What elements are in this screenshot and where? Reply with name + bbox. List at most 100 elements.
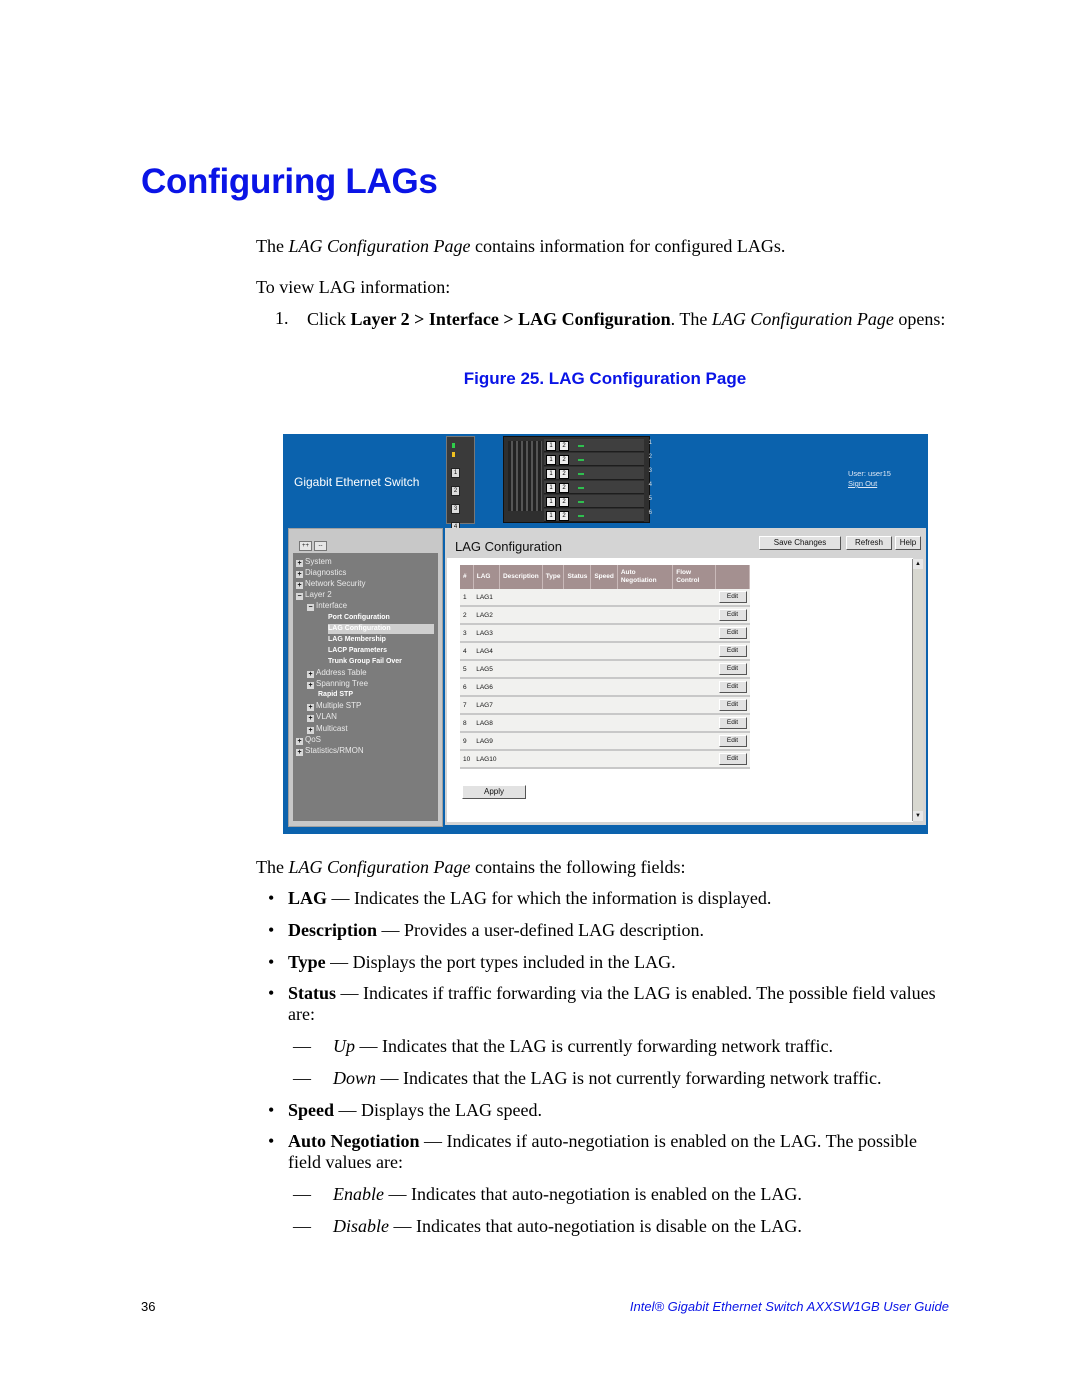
table-cell bbox=[563, 660, 591, 679]
edit-cell: Edit bbox=[715, 606, 750, 625]
edit-button[interactable]: Edit bbox=[718, 753, 747, 765]
column-header: Flow Control bbox=[672, 565, 716, 589]
apply-button[interactable]: Apply bbox=[462, 785, 526, 799]
expand-icon[interactable]: + bbox=[307, 715, 314, 723]
tree-item-multicast[interactable]: + Multicast bbox=[307, 724, 348, 734]
row-number: 4 bbox=[460, 642, 474, 661]
tree-item-label: Multiple STP bbox=[316, 701, 362, 711]
edit-button[interactable]: Edit bbox=[718, 645, 747, 657]
expand-icon[interactable]: + bbox=[307, 671, 314, 678]
scroll-down-arrow-icon[interactable]: ▼ bbox=[913, 811, 923, 821]
column-header: Type bbox=[542, 565, 565, 589]
edit-button[interactable]: Edit bbox=[718, 663, 747, 675]
table-row: 8 LAG8 Edit bbox=[460, 714, 750, 733]
expand-icon[interactable]: + bbox=[296, 582, 303, 590]
lag-name: LAG6 bbox=[473, 678, 500, 697]
edit-button[interactable]: Edit bbox=[718, 627, 747, 639]
table-cell bbox=[563, 678, 591, 697]
table-cell bbox=[617, 660, 673, 679]
edit-cell: Edit bbox=[715, 750, 750, 769]
vertical-scrollbar[interactable]: ▲ ▼ bbox=[912, 559, 923, 821]
row-number: 5 bbox=[460, 660, 474, 679]
blade-3[interactable]: 123 bbox=[544, 467, 652, 480]
table-cell bbox=[542, 606, 564, 625]
expand-icon[interactable]: + bbox=[307, 704, 314, 712]
tree-item-qos[interactable]: + QoS bbox=[296, 735, 321, 745]
help-button[interactable]: Help bbox=[895, 536, 921, 550]
tree-item-statistics-rmon[interactable]: + Statistics/RMON bbox=[296, 746, 364, 756]
tree-item-network-security[interactable]: + Network Security bbox=[296, 579, 365, 590]
edit-cell: Edit bbox=[715, 696, 750, 715]
tree-item-interface[interactable]: − Interface bbox=[307, 601, 347, 612]
table-cell bbox=[542, 624, 564, 643]
edit-button[interactable]: Edit bbox=[718, 591, 747, 603]
table-cell bbox=[499, 589, 543, 607]
edit-cell: Edit bbox=[715, 589, 750, 607]
expand-icon[interactable]: + bbox=[296, 560, 303, 567]
expand-icon[interactable]: + bbox=[307, 726, 314, 734]
tree-item-label: QoS bbox=[305, 734, 322, 744]
tree-item-lacp-parameters[interactable]: LACP Parameters bbox=[328, 646, 387, 656]
edit-button[interactable]: Edit bbox=[718, 681, 747, 693]
fields-intro-post: contains the following fields: bbox=[470, 857, 686, 877]
edit-button[interactable]: Edit bbox=[718, 735, 747, 747]
table-cell bbox=[590, 642, 618, 661]
tree-item-label: VLAN bbox=[316, 712, 337, 722]
tree-item-system[interactable]: + System bbox=[296, 557, 332, 567]
tree-item-vlan[interactable]: + VLAN bbox=[307, 712, 337, 723]
scroll-up-arrow-icon[interactable]: ▲ bbox=[913, 559, 923, 569]
tree-item-trunk-group-fail-over[interactable]: Trunk Group Fail Over bbox=[328, 657, 402, 667]
edit-button[interactable]: Edit bbox=[718, 717, 747, 729]
value-description: — Indicates that the LAG is not currentl… bbox=[376, 1068, 882, 1088]
tree-item-spanning-tree[interactable]: + Spanning Tree bbox=[307, 679, 368, 690]
table-cell bbox=[672, 678, 716, 697]
expand-icon[interactable]: + bbox=[296, 737, 303, 745]
tree-item-address-table[interactable]: + Address Table bbox=[307, 668, 367, 678]
table-cell bbox=[590, 606, 618, 625]
table-cell bbox=[563, 732, 591, 751]
value-item: Down — Indicates that the LAG is not cur… bbox=[333, 1068, 882, 1089]
blade-5[interactable]: 125 bbox=[544, 495, 652, 508]
tree-item-layer-2[interactable]: − Layer 2 bbox=[296, 590, 332, 601]
blade-4[interactable]: 124 bbox=[544, 481, 652, 494]
refresh-button[interactable]: Refresh bbox=[846, 536, 892, 550]
blade-1[interactable]: 121 bbox=[544, 439, 652, 452]
tree-item-label: Layer 2 bbox=[305, 590, 332, 600]
sign-out-link[interactable]: Sign Out bbox=[848, 479, 891, 489]
table-cell bbox=[542, 696, 564, 715]
tree-item-label: System bbox=[305, 557, 332, 566]
blade-2[interactable]: 122 bbox=[544, 453, 652, 466]
table-cell bbox=[542, 750, 564, 769]
edit-button[interactable]: Edit bbox=[718, 699, 747, 711]
figure-caption: Figure 25. LAG Configuration Page bbox=[463, 369, 747, 388]
expand-all-button[interactable]: ++ bbox=[299, 541, 312, 551]
edit-button[interactable]: Edit bbox=[718, 609, 747, 621]
tree-item-rapid-stp[interactable]: Rapid STP bbox=[318, 690, 353, 700]
dash-icon: — bbox=[293, 1068, 311, 1088]
tree-item-lag-membership[interactable]: LAG Membership bbox=[328, 635, 386, 645]
sidebar: ++ -- + System + Diagnostics + Network Securit… bbox=[288, 528, 443, 827]
collapse-all-button[interactable]: -- bbox=[314, 541, 327, 551]
collapse-icon[interactable]: − bbox=[307, 604, 314, 612]
tree-item-diagnostics[interactable]: + Diagnostics bbox=[296, 568, 346, 579]
expand-icon[interactable]: + bbox=[296, 748, 303, 756]
tree-item-lag-configuration[interactable]: LAG Configuration bbox=[328, 623, 434, 634]
table-cell bbox=[590, 750, 618, 769]
tree-item-multiple-stp[interactable]: + Multiple STP bbox=[307, 701, 362, 712]
dash-icon: — bbox=[293, 1184, 311, 1204]
field-item: Speed — Displays the LAG speed. bbox=[288, 1100, 948, 1121]
table-row: 4 LAG4 Edit bbox=[460, 642, 750, 661]
row-number: 10 bbox=[460, 750, 474, 769]
collapse-icon[interactable]: − bbox=[296, 593, 303, 601]
tree-item-port-configuration[interactable]: Port Configuration bbox=[328, 613, 390, 623]
step-number: 1. bbox=[275, 308, 289, 328]
table-cell bbox=[672, 642, 716, 661]
expand-icon[interactable]: + bbox=[296, 571, 303, 579]
status-led-yellow bbox=[452, 452, 455, 457]
server-chassis-image: 121 122 123 124 125 126 bbox=[503, 436, 652, 523]
save-changes-button[interactable]: Save Changes bbox=[759, 536, 841, 550]
table-cell bbox=[672, 732, 716, 751]
field-item: Description — Provides a user-defined LA… bbox=[288, 920, 948, 941]
expand-icon[interactable]: + bbox=[307, 682, 314, 690]
blade-6[interactable]: 126 bbox=[544, 509, 652, 522]
